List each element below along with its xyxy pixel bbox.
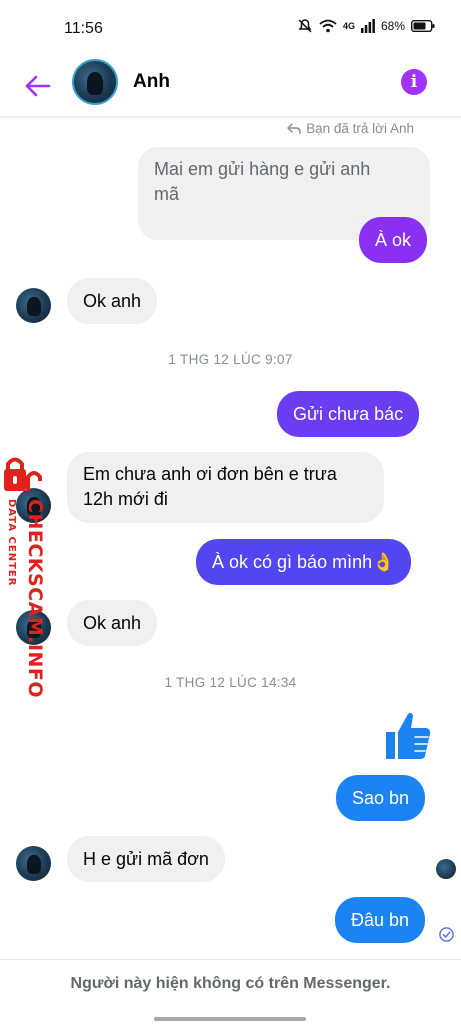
watermark: DATA CENTER CHECKSCAM.INFO xyxy=(2,455,48,698)
arrow-left-icon xyxy=(25,75,51,97)
outgoing-message[interactable]: Gửi chưa bác xyxy=(277,391,420,437)
timestamp: 1 THG 12 LÚC 9:07 xyxy=(168,352,293,367)
outgoing-message[interactable]: À ok xyxy=(359,217,428,263)
message-text-line: Em chưa anh ơi đơn bên e trưa xyxy=(83,464,337,484)
incoming-message[interactable]: Ok anh xyxy=(67,600,158,646)
delivered-check-icon xyxy=(439,927,454,942)
home-indicator[interactable] xyxy=(154,1017,306,1021)
contact-avatar[interactable] xyxy=(72,59,118,105)
watermark-text: CHECKSCAM.INFO xyxy=(24,499,46,699)
watermark-subtitle: DATA CENTER xyxy=(6,499,17,587)
unavailable-notice: Người này hiện không có trên Messenger. xyxy=(70,975,391,992)
battery-percent: 68% xyxy=(380,19,405,33)
status-bar: 11:56 4G 68% xyxy=(0,0,461,56)
reply-note: Bạn đã trả lời Anh xyxy=(287,121,414,136)
sender-avatar[interactable] xyxy=(16,288,51,323)
message-text-line: Mai em gửi hàng e gửi anh xyxy=(154,159,371,179)
sender-avatar[interactable] xyxy=(16,846,51,881)
timestamp: 1 THG 12 LÚC 14:34 xyxy=(164,675,297,690)
outgoing-message[interactable]: À ok có gì báo mình👌 xyxy=(196,539,411,585)
contact-name[interactable]: Anh xyxy=(133,71,170,93)
network-type: 4G xyxy=(342,21,355,31)
conversation-header: Anh i xyxy=(0,56,461,116)
thumbs-up-icon[interactable] xyxy=(382,710,432,762)
lock-icon xyxy=(4,457,42,491)
outgoing-message[interactable]: Sao bn xyxy=(336,775,426,821)
status-time: 11:56 xyxy=(64,20,103,37)
info-button[interactable]: i xyxy=(401,69,427,95)
outgoing-message[interactable]: Đâu bn xyxy=(335,897,426,943)
message-text-line: 12h mới đi xyxy=(83,489,168,509)
incoming-message[interactable]: Em chưa anh ơi đơn bên e trưa 12h mới đi xyxy=(67,452,384,523)
status-icons: 4G 68% xyxy=(297,18,435,34)
signal-icon xyxy=(360,19,375,33)
incoming-message[interactable]: Ok anh xyxy=(67,278,158,324)
reply-icon xyxy=(287,123,301,134)
reply-note-text: Bạn đã trả lời Anh xyxy=(306,121,414,136)
info-icon: i xyxy=(410,72,418,92)
incoming-message[interactable]: H e gửi mã đơn xyxy=(67,836,225,882)
seen-avatar xyxy=(436,859,456,879)
header-divider xyxy=(0,116,461,120)
footer-divider xyxy=(0,959,461,960)
battery-icon xyxy=(411,20,435,32)
mute-icon xyxy=(298,19,312,33)
wifi-icon xyxy=(319,19,337,33)
back-button[interactable] xyxy=(18,66,58,106)
message-text-line: mã xyxy=(154,184,180,204)
